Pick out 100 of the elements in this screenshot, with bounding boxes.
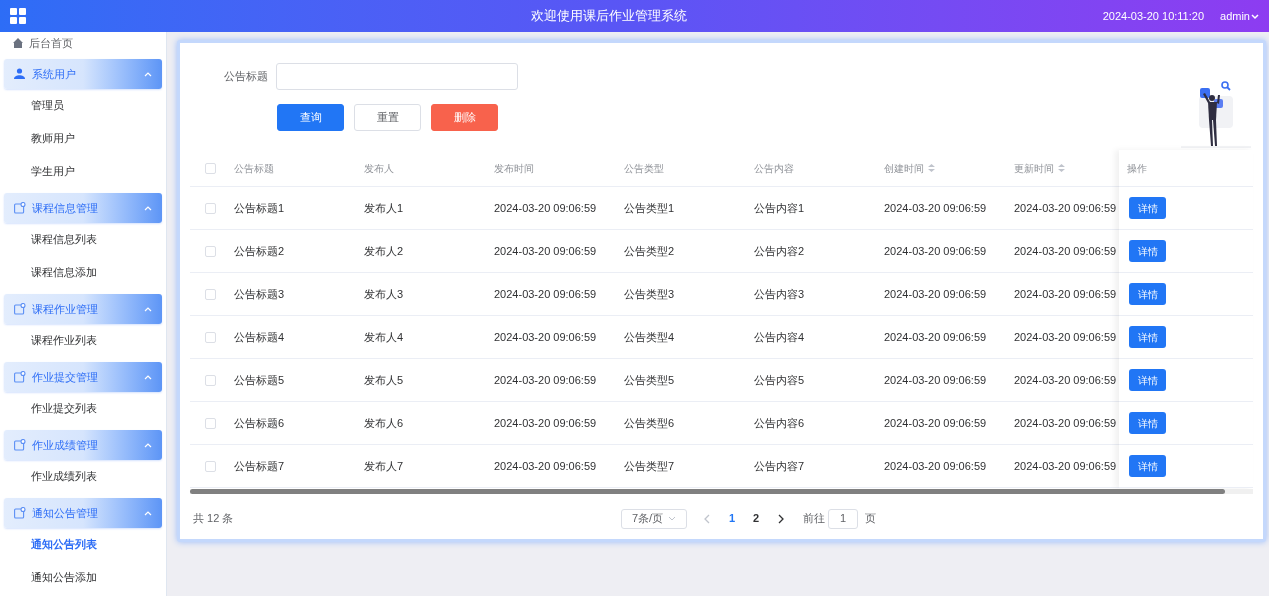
- sidebar-home-item[interactable]: 后台首页: [4, 32, 162, 54]
- sidebar-item[interactable]: 通知公告列表: [4, 528, 162, 561]
- row-checkbox[interactable]: [204, 374, 216, 386]
- sidebar-group[interactable]: 作业成绩管理: [4, 430, 162, 460]
- user-icon: [14, 68, 26, 80]
- sidebar-item[interactable]: 作业成绩列表: [4, 460, 162, 493]
- sidebar-group[interactable]: 作业提交管理: [4, 362, 162, 392]
- previous-page-icon[interactable]: [703, 513, 711, 524]
- sidebar-group[interactable]: 通知公告管理: [4, 498, 162, 528]
- details-button[interactable]: 详情: [1129, 283, 1166, 305]
- table-cell-text: 发布人2: [364, 243, 404, 259]
- column-header: 公告内容: [754, 161, 794, 176]
- search-button[interactable]: 查询: [277, 104, 344, 131]
- goto-label: 前往: [803, 511, 825, 527]
- table-cell-text: 公告标题4: [234, 329, 285, 345]
- sidebar-item[interactable]: 课程信息添加: [4, 256, 162, 289]
- row-checkbox[interactable]: [204, 417, 216, 429]
- note-icon: [14, 439, 26, 451]
- column-header[interactable]: 更新时间: [1014, 160, 1065, 176]
- row-checkbox[interactable]: [204, 202, 216, 214]
- details-button[interactable]: 详情: [1129, 369, 1166, 391]
- table-cell-text: 公告类型1: [624, 200, 675, 216]
- page-number[interactable]: 1: [723, 510, 741, 527]
- table-cell-text: 公告标题6: [234, 415, 285, 431]
- next-page-icon[interactable]: [777, 513, 785, 524]
- reset-button[interactable]: 重置: [354, 104, 421, 131]
- app-title: 欢迎使用课后作业管理系统: [531, 7, 688, 26]
- field-label: 公告标题: [223, 69, 269, 85]
- goto-page-field[interactable]: 1: [828, 508, 858, 529]
- table-cell-text: 2024-03-20 09:06:59: [494, 200, 597, 216]
- table-cell-text: 公告内容7: [754, 458, 805, 474]
- table-cell-text: 公告内容3: [754, 286, 805, 302]
- table-cell-text: 2024-03-20 09:06:59: [494, 286, 597, 302]
- row-checkbox[interactable]: [204, 460, 216, 472]
- table-cell-text: 公告内容6: [754, 415, 805, 431]
- chevron-up-icon: [144, 373, 152, 381]
- table-cell-text: 公告内容2: [754, 243, 805, 259]
- details-button[interactable]: 详情: [1129, 240, 1166, 262]
- table-cell-text: 发布人3: [364, 286, 404, 302]
- table-cell-text: 公告内容4: [754, 329, 805, 345]
- dropdown-caret-icon: [1251, 12, 1259, 20]
- note-icon: [14, 303, 26, 315]
- chevron-up-icon: [144, 70, 152, 78]
- title-input-field[interactable]: [276, 63, 518, 90]
- row-checkbox[interactable]: [204, 331, 216, 343]
- table-cell-text: 发布人6: [364, 415, 404, 431]
- row-checkbox[interactable]: [204, 288, 216, 300]
- horizontal-scrollbar[interactable]: [190, 489, 1253, 494]
- sort-icon: [1058, 164, 1065, 172]
- table-cell-text: 公告类型4: [624, 329, 675, 345]
- table-cell-text: 2024-03-20 09:06:59: [1014, 415, 1117, 431]
- home-icon: [13, 38, 23, 48]
- delete-button[interactable]: 删除: [431, 104, 498, 131]
- table-cell-text: 2024-03-20 09:06:59: [494, 243, 597, 259]
- total-count: 共 12 条: [193, 511, 235, 527]
- select-all-checkbox[interactable]: [204, 162, 216, 174]
- table-cell-text: 2024-03-20 09:06:59: [1014, 329, 1117, 345]
- sidebar-item[interactable]: 作业提交列表: [4, 392, 162, 425]
- sidebar-group[interactable]: 课程信息管理: [4, 193, 162, 223]
- row-checkbox[interactable]: [204, 245, 216, 257]
- page-size-select[interactable]: 7条/页: [621, 508, 687, 529]
- sidebar-item[interactable]: 课程作业列表: [4, 324, 162, 357]
- table-cell-text: 公告标题5: [234, 372, 285, 388]
- chevron-up-icon: [144, 305, 152, 313]
- table-cell-text: 发布人7: [364, 458, 404, 474]
- table-cell-text: 公告标题7: [234, 458, 285, 474]
- user-menu[interactable]: admin: [1220, 7, 1259, 25]
- details-button[interactable]: 详情: [1129, 326, 1166, 348]
- table-cell-text: 2024-03-20 09:06:59: [494, 372, 597, 388]
- table-cell-text: 公告类型5: [624, 372, 675, 388]
- details-button[interactable]: 详情: [1129, 197, 1166, 219]
- table-cell-text: 2024-03-20 09:06:59: [1014, 458, 1117, 474]
- sidebar-item[interactable]: 管理员: [4, 89, 162, 122]
- details-button[interactable]: 详情: [1129, 412, 1166, 434]
- column-header: 公告标题: [234, 161, 274, 176]
- column-header: 操作: [1127, 161, 1147, 176]
- chevron-down-icon: [668, 515, 676, 522]
- sidebar-group[interactable]: 系统用户: [4, 59, 162, 89]
- chevron-up-icon: [144, 509, 152, 517]
- table-cell-text: 2024-03-20 09:06:59: [884, 458, 987, 474]
- sidebar-item[interactable]: 学生用户: [4, 155, 162, 188]
- note-icon: [14, 371, 26, 383]
- table-cell-text: 2024-03-20 09:06:59: [1014, 372, 1117, 388]
- note-icon: [14, 507, 26, 519]
- sort-icon: [928, 164, 935, 172]
- table-cell-text: 2024-03-20 09:06:59: [494, 329, 597, 345]
- sidebar-group[interactable]: 课程作业管理: [4, 294, 162, 324]
- menu-icon[interactable]: [10, 8, 26, 24]
- sidebar-item[interactable]: 通知公告添加: [4, 561, 162, 594]
- note-icon: [14, 202, 26, 214]
- sidebar-item[interactable]: 课程信息列表: [4, 223, 162, 256]
- column-header[interactable]: 创建时间: [884, 160, 935, 176]
- column-header: 公告类型: [624, 161, 664, 176]
- datetime-text: 2024-03-20 10:11:20: [1102, 8, 1205, 24]
- table-cell-text: 公告内容1: [754, 200, 805, 216]
- table-cell-text: 公告内容5: [754, 372, 805, 388]
- page-number[interactable]: 2: [747, 510, 765, 527]
- details-button[interactable]: 详情: [1129, 455, 1166, 477]
- sidebar-item[interactable]: 教师用户: [4, 122, 162, 155]
- table-cell-text: 公告标题3: [234, 286, 285, 302]
